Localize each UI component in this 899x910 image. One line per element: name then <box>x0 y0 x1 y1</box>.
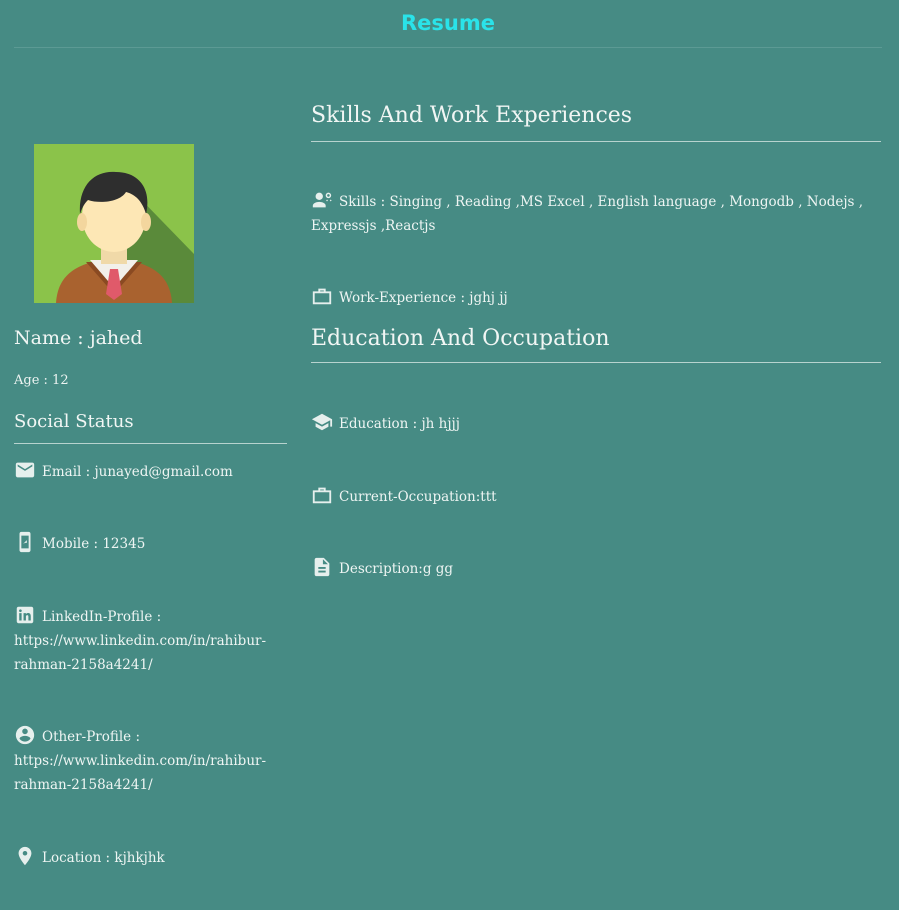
other-profile-url-line-2[interactable]: rahman-2158a4241/ <box>14 773 266 797</box>
occupation-item: Current-Occupation:ttt <box>311 484 497 509</box>
location-item: Location : kjhkjhk <box>14 845 165 870</box>
skills-text-line-2: Expressjs ,Reactjs <box>311 218 436 234</box>
skills-icon <box>311 189 333 211</box>
briefcase-icon <box>311 484 333 506</box>
profile-photo <box>34 144 194 303</box>
other-profile-item: Other-Profile : https://www.linkedin.com… <box>14 724 266 797</box>
document-icon <box>311 556 333 578</box>
mobile-item: Mobile : 12345 <box>14 531 145 556</box>
school-icon <box>311 411 333 433</box>
work-experience-item: Work-Experience : jghj jj <box>311 285 508 310</box>
description-text: Description:g gg <box>339 561 454 577</box>
page-title: Resume <box>401 11 495 35</box>
linkedin-item: LinkedIn-Profile : https://www.linkedin.… <box>14 604 266 677</box>
location-text: Location : kjhkjhk <box>42 850 165 866</box>
mobile-icon <box>14 531 36 553</box>
other-profile-url-line-1[interactable]: https://www.linkedin.com/in/rahibur- <box>14 749 266 773</box>
occupation-text: Current-Occupation:ttt <box>339 489 497 505</box>
email-icon <box>14 459 36 481</box>
description-item: Description:g gg <box>311 556 453 581</box>
social-status-divider <box>14 443 287 444</box>
email-item: Email : junayed@gmail.com <box>14 459 233 484</box>
linkedin-label: LinkedIn-Profile : <box>42 609 162 625</box>
profile-age: Age : 12 <box>14 373 69 388</box>
linkedin-url-line-2[interactable]: rahman-2158a4241/ <box>14 653 266 677</box>
account-circle-icon <box>14 724 36 746</box>
education-section-divider <box>311 362 881 363</box>
work-experience-text: Work-Experience : jghj jj <box>339 290 508 306</box>
education-section-heading: Education And Occupation <box>311 326 610 351</box>
avatar-icon <box>34 144 194 303</box>
linkedin-url-line-1[interactable]: https://www.linkedin.com/in/rahibur- <box>14 629 266 653</box>
skills-item: Skills : Singing , Reading ,MS Excel , E… <box>311 189 881 238</box>
education-item: Education : jh hjjj <box>311 411 460 436</box>
mobile-text: Mobile : 12345 <box>42 536 146 552</box>
skills-text-line-1: Skills : Singing , Reading ,MS Excel , E… <box>339 194 864 210</box>
skills-section-divider <box>311 141 881 142</box>
skills-section-heading: Skills And Work Experiences <box>311 103 633 128</box>
education-text: Education : jh hjjj <box>339 416 460 432</box>
location-pin-icon <box>14 845 36 867</box>
header: Resume <box>14 0 882 48</box>
social-status-heading: Social Status <box>14 411 134 432</box>
profile-name: Name : jahed <box>14 327 143 349</box>
linkedin-icon <box>14 604 36 626</box>
briefcase-icon <box>311 285 333 307</box>
email-text: Email : junayed@gmail.com <box>42 464 233 480</box>
other-profile-label: Other-Profile : <box>42 729 141 745</box>
